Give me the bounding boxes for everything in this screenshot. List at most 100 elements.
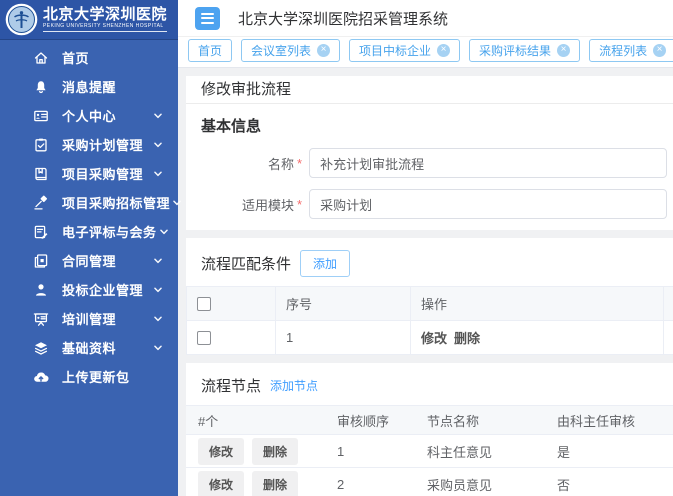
node-name-cell: 采购员意见 xyxy=(415,468,545,496)
sidebar-item-label: 消息提醒 xyxy=(62,77,165,96)
sidebar-nav: 首页消息提醒个人中心采购计划管理项目采购管理项目采购招标管理电子评标与会务合同管… xyxy=(0,40,178,391)
sidebar-item-label: 投标企业管理 xyxy=(62,280,151,299)
field-label: 适用模块 xyxy=(186,195,294,214)
menu-toggle-button[interactable] xyxy=(195,7,220,30)
main-area: 北京大学深圳医院招采管理系统 首页会议室列表×项目中标企业×采购评标结果×流程列… xyxy=(178,0,673,496)
sidebar-item-bidder-mgmt[interactable]: 投标企业管理 xyxy=(0,275,178,304)
tab-0[interactable]: 首页 xyxy=(188,39,232,62)
tab-close-icon[interactable]: × xyxy=(653,44,666,57)
node-delete-button[interactable]: 删除 xyxy=(252,438,298,465)
tab-3[interactable]: 采购评标结果× xyxy=(469,39,580,62)
document-edit-icon xyxy=(33,223,50,240)
node-actions-cell: 修改删除 xyxy=(186,468,325,496)
page-title: 修改审批流程 xyxy=(186,76,673,104)
match-column-header: 操作 xyxy=(411,287,664,321)
basic-info-heading: 基本信息 xyxy=(186,104,673,148)
field-label: 名称 xyxy=(186,154,294,173)
nodes-table-header-row: #个审核顺序节点名称由科主任审核 xyxy=(186,406,673,435)
sidebar-item-label: 基础资料 xyxy=(62,338,151,357)
tab-close-icon[interactable]: × xyxy=(317,44,330,57)
tab-close-icon[interactable]: × xyxy=(557,44,570,57)
node-edit-button[interactable]: 修改 xyxy=(198,438,244,465)
sidebar-item-home[interactable]: 首页 xyxy=(0,43,178,72)
form-row-1: 适用模块* xyxy=(186,189,667,219)
tab-label: 流程列表 xyxy=(599,42,647,59)
sidebar-item-messages[interactable]: 消息提醒 xyxy=(0,72,178,101)
select-all-checkbox[interactable] xyxy=(197,297,211,311)
sidebar-item-label: 项目采购管理 xyxy=(62,164,151,183)
tab-close-icon[interactable]: × xyxy=(437,44,450,57)
hospital-logo: 北京大学深圳医院 PEKING UNIVERSITY SHENZHEN HOSP… xyxy=(0,0,178,40)
sidebar-item-base-data[interactable]: 基础资料 xyxy=(0,333,178,362)
hospital-name-en: PEKING UNIVERSITY SHENZHEN HOSPITAL xyxy=(43,24,167,32)
node-delete-button[interactable]: 删除 xyxy=(252,471,298,496)
match-table-row: 1修改删除计 xyxy=(187,321,673,355)
hospital-name: 北京大学深圳医院 xyxy=(43,7,167,22)
node-order-cell: 2 xyxy=(325,468,415,496)
sidebar-item-e-evaluation[interactable]: 电子评标与会务 xyxy=(0,217,178,246)
layers-icon xyxy=(33,339,50,356)
home-icon xyxy=(33,49,50,66)
sidebar-item-purchase-plan[interactable]: 采购计划管理 xyxy=(0,130,178,159)
app-window: 北京大学深圳医院 PEKING UNIVERSITY SHENZHEN HOSP… xyxy=(0,0,673,496)
tab-2[interactable]: 项目中标企业× xyxy=(349,39,460,62)
book-icon xyxy=(33,165,50,182)
sidebar-item-personal-center[interactable]: 个人中心 xyxy=(0,101,178,130)
nodes-table-row: 修改删除1科主任意见是 xyxy=(186,435,673,468)
chevron-down-icon xyxy=(151,312,165,326)
basic-info-card: 修改审批流程 基本信息 名称*适用模块* xyxy=(186,76,673,230)
chevron-down-icon xyxy=(151,167,165,181)
sidebar-item-label: 合同管理 xyxy=(62,251,151,270)
partial-cell: 计 xyxy=(664,321,673,355)
clipboard-check-icon xyxy=(33,136,50,153)
tab-label: 会议室列表 xyxy=(251,42,311,59)
sidebar-item-project-bidding[interactable]: 项目采购招标管理 xyxy=(0,188,178,217)
contract-icon xyxy=(33,252,50,269)
required-asterisk: * xyxy=(297,156,302,171)
node-name-cell: 科主任意见 xyxy=(415,435,545,468)
actions-cell: 修改删除 xyxy=(411,321,664,355)
node-edit-button[interactable]: 修改 xyxy=(198,471,244,496)
row-checkbox[interactable] xyxy=(197,331,211,345)
sidebar-item-contracts[interactable]: 合同管理 xyxy=(0,246,178,275)
sidebar-item-label: 培训管理 xyxy=(62,309,151,328)
nodes-heading: 流程节点 xyxy=(201,375,261,396)
add-condition-button[interactable]: 添加 xyxy=(300,250,350,277)
hospital-emblem-icon xyxy=(5,3,38,36)
match-conditions-head: 流程匹配条件 添加 xyxy=(186,238,673,286)
sidebar-item-upload-package[interactable]: 上传更新包 xyxy=(0,362,178,391)
chevron-down-icon xyxy=(157,225,171,239)
nodes-column-header: #个 xyxy=(186,406,325,435)
sidebar-item-project-purchase[interactable]: 项目采购管理 xyxy=(0,159,178,188)
row-action-link[interactable]: 删除 xyxy=(454,331,480,346)
match-column-header: 序号 xyxy=(276,287,411,321)
hospital-name-block: 北京大学深圳医院 PEKING UNIVERSITY SHENZHEN HOSP… xyxy=(43,7,167,32)
sidebar-item-training[interactable]: 培训管理 xyxy=(0,304,178,333)
node-dept-review-cell: 否 xyxy=(545,468,673,496)
topbar: 北京大学深圳医院招采管理系统 xyxy=(178,0,673,37)
chevron-down-icon xyxy=(151,109,165,123)
add-node-link[interactable]: 添加节点 xyxy=(270,377,318,394)
match-conditions-table: 序号操作字 1修改删除计 xyxy=(186,286,673,355)
match-table-header-row: 序号操作字 xyxy=(187,287,673,321)
required-asterisk: * xyxy=(297,197,302,212)
sidebar-item-label: 首页 xyxy=(62,48,165,67)
bell-icon xyxy=(33,78,50,95)
sidebar: 北京大学深圳医院 PEKING UNIVERSITY SHENZHEN HOSP… xyxy=(0,0,178,496)
node-order-cell: 1 xyxy=(325,435,415,468)
content: 修改审批流程 基本信息 名称*适用模块* 流程匹配条件 添加 序号操作字 1修改… xyxy=(178,68,673,496)
tab-4[interactable]: 流程列表 × xyxy=(589,39,673,62)
sidebar-item-label: 个人中心 xyxy=(62,106,151,125)
user-icon xyxy=(33,281,50,298)
hamburger-icon xyxy=(201,13,214,15)
system-title: 北京大学深圳医院招采管理系统 xyxy=(238,8,448,29)
row-action-link[interactable]: 修改 xyxy=(421,331,447,346)
chevron-down-icon xyxy=(151,341,165,355)
seq-cell: 1 xyxy=(276,321,411,355)
field-input-1[interactable] xyxy=(309,189,667,219)
sidebar-item-label: 上传更新包 xyxy=(62,367,165,386)
chevron-down-icon xyxy=(151,283,165,297)
form-row-0: 名称* xyxy=(186,148,667,178)
tab-1[interactable]: 会议室列表 × xyxy=(241,39,340,62)
field-input-0[interactable] xyxy=(309,148,667,178)
